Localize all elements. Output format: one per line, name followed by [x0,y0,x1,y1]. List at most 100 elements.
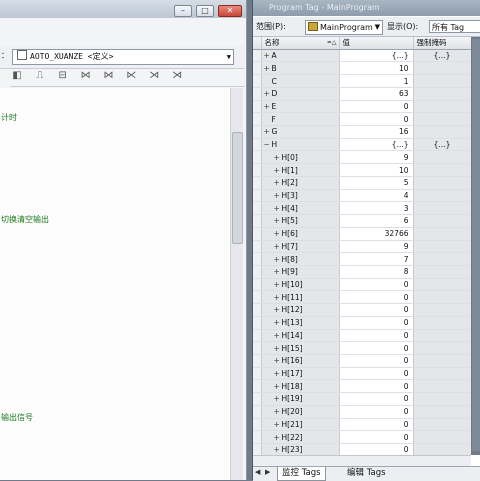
column-header-value[interactable]: 值 [339,37,414,50]
row-selector[interactable] [253,125,262,139]
editor-vertical-scrollbar[interactable] [230,88,243,480]
scrollbar-thumb[interactable] [472,39,480,451]
tag-name-cell[interactable]: F [261,112,340,127]
tag-value-cell[interactable]: 0 [339,443,414,455]
tag-name-cell[interactable]: + H[16] [261,354,340,368]
expand-toggle-icon[interactable]: + [274,432,280,443]
tag-name-cell[interactable]: + H[15] [261,341,340,355]
tag-name-cell[interactable]: + H[5] [261,214,340,228]
tag-row[interactable]: +H[10]0D [253,278,471,292]
tag-value-cell[interactable]: 63 [339,87,414,101]
tab-edit-tags[interactable]: 编辑 Tags [343,467,390,480]
expand-toggle-icon[interactable]: + [274,304,280,315]
expand-toggle-icon[interactable]: + [274,355,280,366]
expand-toggle-icon[interactable]: + [274,381,280,392]
ladder-canvas[interactable]: 计时 切换清空输出 输出信号 [0,88,230,480]
row-selector[interactable] [253,163,262,177]
tag-name-cell[interactable]: + B [261,61,340,76]
expand-toggle-icon[interactable]: + [274,292,280,303]
expand-toggle-icon[interactable]: + [274,266,280,277]
row-selector[interactable] [253,430,262,444]
xic-icon[interactable]: ⋈ [79,70,93,81]
rung-icon[interactable]: ◧ [10,70,24,81]
tag-row[interactable]: +H[23]0D [253,443,471,455]
tag-row[interactable]: F0D [253,112,471,127]
row-selector[interactable] [253,214,262,228]
tag-value-cell[interactable]: 32766 [339,227,414,241]
tag-value-cell[interactable]: 4 [339,189,414,203]
tag-row[interactable]: +H[20]0D [253,405,471,419]
tag-value-cell[interactable]: 8 [339,265,414,279]
tag-row[interactable]: +H[13]0D [253,316,471,330]
expand-toggle-icon[interactable]: + [264,126,270,137]
expand-toggle-icon[interactable]: + [274,177,280,188]
tag-row[interactable]: +E0D [253,100,471,114]
tag-name-cell[interactable]: + H[22] [261,430,340,444]
tag-row[interactable]: +H[15]0D [253,341,471,355]
expand-toggle-icon[interactable]: − [264,139,270,150]
tag-row[interactable]: +H[2]5D [253,176,471,190]
tag-name-cell[interactable]: + H[18] [261,379,340,394]
row-selector[interactable] [253,176,262,190]
row-selector[interactable] [253,392,262,406]
tag-row[interactable]: +H[5]6D [253,214,471,228]
xio-icon[interactable]: ⋈ [102,70,116,81]
tag-row[interactable]: +H[22]0D [253,430,471,444]
tag-row[interactable]: +H[12]0D [253,303,471,317]
tag-name-cell[interactable]: C [261,74,340,88]
minimize-button[interactable]: – [174,5,192,17]
row-selector[interactable] [253,405,262,419]
tag-row[interactable]: +H[21]0D [253,418,471,432]
tag-value-cell[interactable]: {...} [339,138,414,152]
tag-name-cell[interactable]: + E [261,100,340,114]
tag-name-cell[interactable]: + H[13] [261,316,340,330]
tag-row[interactable]: +B10D [253,61,471,76]
row-selector[interactable] [253,367,262,381]
tab-scroll-left-icon[interactable]: ◀ [255,468,260,476]
expand-toggle-icon[interactable]: + [274,317,280,328]
row-selector[interactable] [253,189,262,203]
scope-select[interactable]: MainProgram ▼ [305,20,383,35]
row-selector[interactable] [253,87,262,101]
tag-value-cell[interactable]: 0 [339,278,414,292]
tag-name-cell[interactable]: + H[2] [261,176,340,190]
tag-name-cell[interactable]: + G [261,125,340,139]
row-selector[interactable] [253,201,262,216]
expand-toggle-icon[interactable]: + [274,215,280,226]
row-selector[interactable] [253,150,262,165]
tag-value-cell[interactable]: 9 [339,150,414,165]
tag-value-cell[interactable]: 0 [339,392,414,406]
otu-icon[interactable]: ⋊ [170,70,184,81]
row-selector[interactable] [253,240,262,254]
tag-name-cell[interactable]: + H[20] [261,405,340,419]
row-selector[interactable] [253,443,262,455]
tag-value-cell[interactable]: 0 [339,418,414,432]
expand-toggle-icon[interactable]: + [274,228,280,239]
tag-name-cell[interactable]: + H[10] [261,278,340,292]
tag-name-cell[interactable]: + H[12] [261,303,340,317]
row-selector[interactable] [253,61,262,76]
tag-row[interactable]: +H[9]8D [253,265,471,279]
tag-name-cell[interactable]: + D [261,87,340,101]
tag-value-cell[interactable]: 0 [339,316,414,330]
tag-value-cell[interactable]: 0 [339,100,414,114]
expand-toggle-icon[interactable]: + [274,368,280,379]
tag-value-cell[interactable]: 0 [339,405,414,419]
expand-toggle-icon[interactable]: + [274,203,280,214]
tag-value-cell[interactable]: 16 [339,125,414,139]
tag-name-cell[interactable]: + H[8] [261,252,340,266]
tag-value-cell[interactable]: 1 [339,74,414,88]
tag-row[interactable]: +H[1]10D [253,163,471,177]
tag-name-cell[interactable]: + H[0] [261,150,340,165]
tag-row[interactable]: +H[19]0D [253,392,471,406]
tag-name-cell[interactable]: + H[7] [261,240,340,254]
row-selector[interactable] [253,303,262,317]
expand-toggle-icon[interactable]: + [264,50,270,61]
tag-row[interactable]: + A {...} {...} [253,49,471,63]
row-selector[interactable] [253,49,262,63]
tag-row[interactable]: +H[11]0D [253,290,471,305]
routine-select[interactable]: AOTO_XUANZE <定义> ▼ [12,49,234,65]
row-selector[interactable] [253,74,262,88]
tag-name-cell[interactable]: + H[4] [261,201,340,216]
row-selector[interactable] [253,341,262,355]
